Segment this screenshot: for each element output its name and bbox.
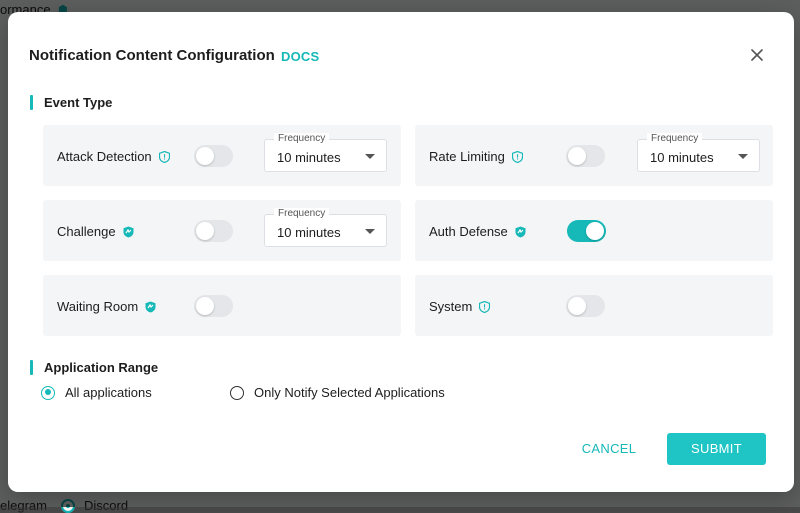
shield-icon xyxy=(158,150,170,163)
caret-down-icon xyxy=(365,229,375,234)
shield-icon xyxy=(145,301,156,312)
challenge-toggle[interactable] xyxy=(194,220,233,242)
radio-label: Only Notify Selected Applications xyxy=(254,385,445,400)
event-card-label: Rate Limiting xyxy=(429,149,523,164)
waiting-room-toggle[interactable] xyxy=(194,295,233,317)
event-name: Challenge xyxy=(57,224,116,239)
shield-icon xyxy=(123,226,134,237)
cancel-button[interactable]: CANCEL xyxy=(575,433,643,465)
radio-selected-applications[interactable]: Only Notify Selected Applications xyxy=(230,385,445,400)
event-card-label: Waiting Room xyxy=(57,299,156,314)
toggle-knob xyxy=(586,222,604,240)
event-card-label: Attack Detection xyxy=(57,149,170,164)
close-icon xyxy=(751,49,763,61)
event-name: Waiting Room xyxy=(57,299,139,314)
radio-label: All applications xyxy=(65,385,152,400)
radio-all-applications[interactable]: All applications xyxy=(41,385,152,400)
toggle-knob xyxy=(196,147,214,165)
caret-down-icon xyxy=(365,154,375,159)
frequency-value: 10 minutes xyxy=(277,225,341,240)
challenge-frequency-select[interactable]: Frequency 10 minutes xyxy=(264,208,387,247)
close-button[interactable] xyxy=(748,46,766,64)
dialog-title: Notification Content Configuration xyxy=(29,47,275,64)
frequency-label: Frequency xyxy=(274,208,330,220)
toggle-knob xyxy=(196,297,214,315)
rate-limiting-frequency-select[interactable]: Frequency 10 minutes xyxy=(637,133,760,172)
application-range-heading: Application Range xyxy=(30,360,158,375)
docs-link[interactable]: DOCS xyxy=(281,49,319,64)
frequency-value: 10 minutes xyxy=(277,150,341,165)
auth-defense-toggle[interactable] xyxy=(567,220,606,242)
toggle-knob xyxy=(196,222,214,240)
shield-icon xyxy=(515,226,526,237)
event-card-label: System xyxy=(429,299,491,314)
radio-button[interactable] xyxy=(41,385,55,400)
event-card-attack-detection: Attack Detection Frequency 10 minutes xyxy=(43,125,401,186)
event-name: Rate Limiting xyxy=(429,149,505,164)
frequency-label: Frequency xyxy=(274,133,330,145)
frequency-value: 10 minutes xyxy=(650,150,714,165)
event-name: Auth Defense xyxy=(429,224,508,239)
caret-down-icon xyxy=(738,154,748,159)
event-type-heading: Event Type xyxy=(30,95,112,110)
notification-config-dialog: Notification Content Configuration DOCS … xyxy=(8,12,794,492)
shield-icon xyxy=(479,300,491,313)
rate-limiting-toggle[interactable] xyxy=(566,145,605,167)
event-card-waiting-room: Waiting Room xyxy=(43,275,401,336)
radio-button[interactable] xyxy=(230,385,244,400)
event-name: System xyxy=(429,299,473,314)
toggle-knob xyxy=(568,147,586,165)
toggle-knob xyxy=(568,297,586,315)
event-card-label: Auth Defense xyxy=(429,224,526,239)
event-card-system: System xyxy=(415,275,773,336)
shield-icon xyxy=(511,150,523,163)
attack-detection-toggle[interactable] xyxy=(194,145,233,167)
event-card-challenge: Challenge Frequency 10 minutes xyxy=(43,200,401,261)
event-card-rate-limiting: Rate Limiting Frequency 10 minutes xyxy=(415,125,773,186)
event-name: Attack Detection xyxy=(57,149,152,164)
system-toggle[interactable] xyxy=(566,295,605,317)
frequency-label: Frequency xyxy=(647,133,703,145)
attack-detection-frequency-select[interactable]: Frequency 10 minutes xyxy=(264,133,387,172)
event-card-label: Challenge xyxy=(57,224,134,239)
event-card-auth-defense: Auth Defense xyxy=(415,200,773,261)
submit-button[interactable]: SUBMIT xyxy=(667,433,766,465)
